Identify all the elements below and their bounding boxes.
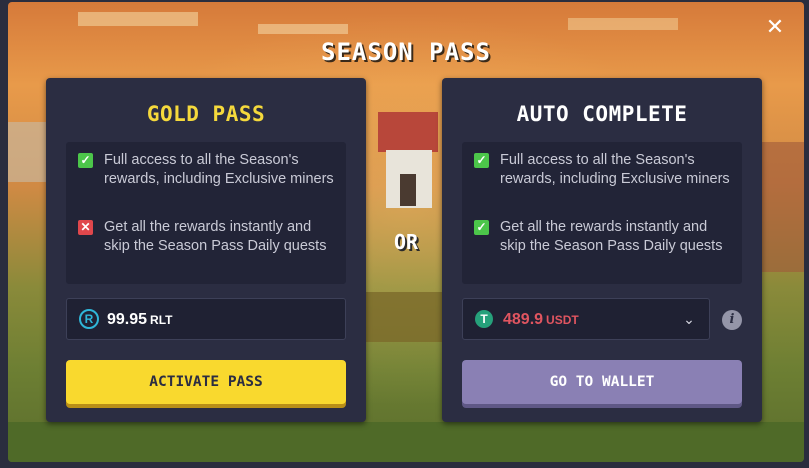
feature-item: ✕ Get all the rewards instantly and skip…: [78, 218, 340, 256]
go-to-wallet-button[interactable]: GO TO WALLET: [462, 360, 742, 404]
gold-pass-features: ✓ Full access to all the Season's reward…: [66, 142, 346, 284]
feature-text: Get all the rewards instantly and skip t…: [500, 219, 723, 254]
price-currency: USDT: [546, 313, 579, 327]
gold-pass-price-box: R 99.95 RLT: [66, 298, 346, 340]
gold-pass-title: GOLD PASS: [146, 102, 266, 126]
auto-complete-card: AUTO COMPLETE ✓ Full access to all the S…: [442, 78, 762, 422]
usdt-coin-icon: T: [475, 310, 493, 328]
feature-text: Full access to all the Season's rewards,…: [500, 152, 730, 187]
or-divider: OR: [393, 230, 419, 254]
check-icon: ✓: [474, 220, 489, 235]
price-currency: RLT: [150, 313, 173, 327]
feature-item: ✓ Full access to all the Season's reward…: [474, 151, 736, 189]
auto-complete-price: 489.9 USDT: [503, 311, 579, 329]
feature-item: ✓ Full access to all the Season's reward…: [78, 151, 340, 189]
season-pass-modal: ✕ SEASON PASS OR GOLD PASS ✓ Full access…: [8, 2, 804, 462]
currency-select[interactable]: T 489.9 USDT ⌄: [462, 298, 710, 340]
gold-pass-card: GOLD PASS ✓ Full access to all the Seaso…: [46, 78, 366, 422]
check-icon: ✓: [474, 153, 489, 168]
gold-pass-price: 99.95 RLT: [107, 311, 172, 329]
close-icon[interactable]: ✕: [764, 16, 786, 38]
check-icon: ✓: [78, 153, 93, 168]
price-amount: 489.9: [503, 311, 544, 328]
cross-icon: ✕: [78, 220, 93, 235]
activate-pass-button[interactable]: ACTIVATE PASS: [66, 360, 346, 404]
info-icon[interactable]: i: [722, 310, 742, 330]
feature-text: Get all the rewards instantly and skip t…: [104, 219, 327, 254]
auto-complete-title: AUTO COMPLETE: [516, 102, 688, 126]
price-amount: 99.95: [107, 311, 148, 328]
rlt-coin-icon: R: [79, 309, 99, 329]
feature-item: ✓ Get all the rewards instantly and skip…: [474, 218, 736, 256]
modal-title: SEASON PASS: [321, 38, 491, 66]
auto-complete-features: ✓ Full access to all the Season's reward…: [462, 142, 742, 284]
feature-text: Full access to all the Season's rewards,…: [104, 152, 334, 187]
chevron-down-icon[interactable]: ⌄: [681, 311, 697, 327]
